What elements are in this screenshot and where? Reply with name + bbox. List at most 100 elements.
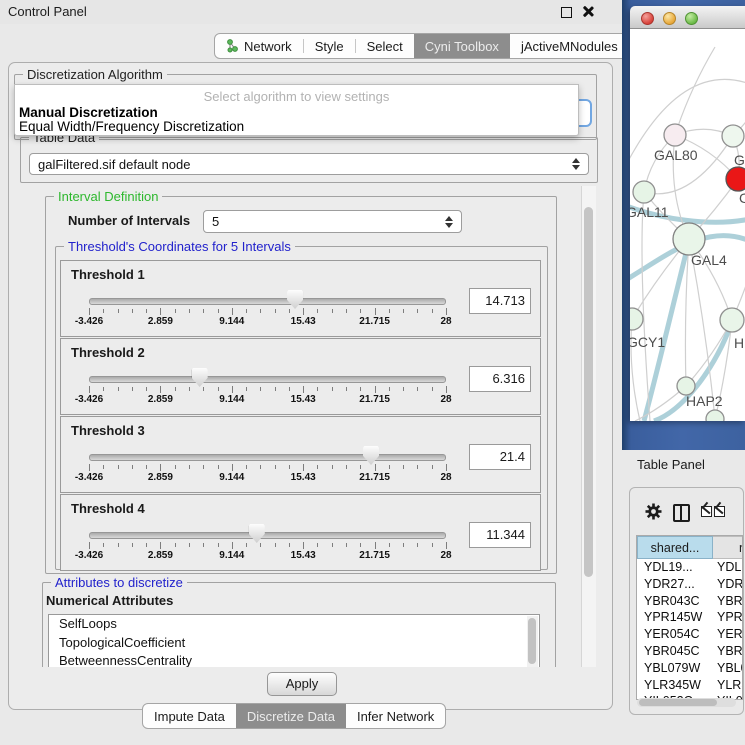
tick-mark	[146, 543, 147, 547]
option-equal-width-frequency[interactable]: Equal Width/Frequency Discretization	[18, 119, 575, 134]
tick-mark	[89, 542, 90, 549]
network-node[interactable]	[664, 124, 686, 146]
tab-infer-network[interactable]: Infer Network	[346, 704, 445, 728]
tab-discretize-data-label: Discretize Data	[247, 709, 335, 724]
network-node[interactable]	[722, 125, 744, 147]
tick-mark	[275, 387, 276, 391]
slider-track[interactable]	[89, 298, 446, 305]
threshold-slider[interactable]: -3.4262.8599.14415.4321.71528	[89, 339, 446, 414]
slider-track[interactable]	[89, 532, 446, 539]
slider-handle[interactable]	[287, 290, 303, 309]
tick-mark	[175, 387, 176, 391]
table-row[interactable]: YBR045CYBR0	[637, 643, 742, 660]
threshold-value-field[interactable]: 21.4	[469, 444, 531, 470]
network-node[interactable]	[633, 181, 655, 203]
table-row[interactable]: YER054CYER0	[637, 626, 742, 643]
network-window-titlebar[interactable]	[630, 6, 745, 29]
tick-mark	[389, 309, 390, 313]
number-of-intervals-combobox[interactable]: 5	[203, 210, 462, 233]
zoom-traffic-light[interactable]	[685, 12, 698, 25]
tick-mark	[360, 309, 361, 313]
network-canvas[interactable]: GAL80GACGAL11GAL4GCY1HHAP2	[630, 29, 745, 421]
table-row[interactable]: YBR043CYBR0	[637, 593, 742, 610]
tick-mark	[246, 465, 247, 469]
apply-button[interactable]: Apply	[267, 672, 337, 696]
table-row[interactable]: YPR145WYPR1	[637, 609, 742, 626]
tick-mark	[346, 309, 347, 313]
slider-handle[interactable]	[249, 524, 265, 543]
tick-mark	[260, 309, 261, 313]
close-icon[interactable]	[581, 5, 594, 18]
network-node[interactable]	[630, 308, 643, 330]
slider-handle[interactable]	[192, 368, 208, 387]
list-scrollbar-thumb[interactable]	[528, 618, 536, 664]
tick-mark	[303, 308, 304, 315]
table-panel-title: Table Panel	[637, 457, 705, 472]
tab-style[interactable]: Style	[304, 34, 355, 58]
table-row[interactable]: YLR345WYLR3	[637, 677, 742, 694]
tick-label: 21.715	[359, 394, 390, 405]
tab-discretize-data[interactable]: Discretize Data	[236, 704, 346, 728]
option-manual-discretization[interactable]: Manual Discretization	[18, 105, 575, 120]
table-data-combobox[interactable]: galFiltered.sif default node	[29, 153, 589, 175]
network-node[interactable]	[673, 223, 705, 255]
table-hscrollbar-thumb[interactable]	[639, 699, 717, 706]
checkbox-icon[interactable]	[701, 506, 712, 517]
tick-label: 15.43	[291, 394, 316, 405]
tick-mark	[218, 309, 219, 313]
tick-mark	[446, 386, 447, 393]
threshold-slider[interactable]: -3.4262.8599.14415.4321.71528	[89, 261, 446, 336]
checkbox-icon[interactable]	[714, 506, 725, 517]
slider-handle[interactable]	[363, 446, 379, 465]
slider-track[interactable]	[89, 376, 446, 383]
network-node[interactable]	[726, 167, 745, 191]
column-header-shared-name[interactable]: shared...	[637, 536, 713, 559]
top-tab-bar: Network Style Select Cyni Toolbox jActiv…	[214, 33, 630, 59]
attribute-list-item[interactable]: BetweennessCentrality	[49, 652, 539, 667]
panel-scrollbar-thumb[interactable]	[584, 207, 593, 577]
tab-network[interactable]: Network	[215, 34, 303, 58]
slider-track[interactable]	[89, 454, 446, 461]
close-traffic-light[interactable]	[641, 12, 654, 25]
tick-label: -3.426	[75, 550, 103, 561]
slider-ticks	[89, 386, 446, 394]
tab-jactivemnodules[interactable]: jActiveMNodules	[510, 34, 629, 58]
attribute-list-item[interactable]: SelfLoops	[49, 615, 539, 634]
attribute-list-item[interactable]: TopologicalCoefficient	[49, 634, 539, 653]
float-window-icon[interactable]	[561, 7, 572, 18]
cell-shared-name: YDR27...	[644, 576, 713, 593]
network-window: GAL80GACGAL11GAL4GCY1HHAP2	[630, 6, 745, 421]
columns-icon[interactable]	[673, 504, 690, 522]
cell-shared-name: YPR145W	[644, 609, 713, 626]
threshold-value-field[interactable]: 6.316	[469, 366, 531, 392]
network-node-label: GAL4	[691, 252, 727, 268]
tick-mark	[203, 309, 204, 313]
panel-scrollbar[interactable]	[581, 186, 596, 667]
network-node[interactable]	[706, 410, 724, 421]
numerical-attributes-list[interactable]: SelfLoopsTopologicalCoefficientBetweenne…	[48, 614, 540, 667]
threshold-slider[interactable]: -3.4262.8599.14415.4321.71528	[89, 417, 446, 492]
combo-stepper-icon	[572, 158, 580, 170]
tab-select[interactable]: Select	[356, 34, 414, 58]
table-row[interactable]: YDR27...YDR2	[637, 576, 742, 593]
network-node-label: GA	[734, 152, 745, 168]
table-hscrollbar[interactable]	[637, 698, 736, 707]
tick-label: 9.144	[219, 550, 244, 561]
tab-impute-data-label: Impute Data	[154, 709, 225, 724]
list-scrollbar[interactable]	[527, 616, 538, 667]
table-row[interactable]: YBL079WYBL0	[637, 660, 742, 677]
threshold-value-field[interactable]: 14.713	[469, 288, 531, 314]
network-node[interactable]	[720, 308, 744, 332]
column-header-name[interactable]: name	[713, 536, 743, 559]
tab-impute-data[interactable]: Impute Data	[143, 704, 236, 728]
tick-mark	[232, 308, 233, 315]
minimize-traffic-light[interactable]	[663, 12, 676, 25]
gear-icon[interactable]	[644, 502, 663, 521]
tab-cyni-toolbox[interactable]: Cyni Toolbox	[414, 34, 510, 58]
slider-ticks	[89, 542, 446, 550]
bottom-tab-bar: Impute Data Discretize Data Infer Networ…	[142, 703, 446, 729]
tick-mark	[360, 465, 361, 469]
threshold-value-field[interactable]: 11.344	[469, 522, 531, 548]
threshold-slider[interactable]: -3.4262.8599.14415.4321.71528	[89, 495, 446, 570]
table-row[interactable]: YDL19...YDL1	[637, 559, 742, 576]
